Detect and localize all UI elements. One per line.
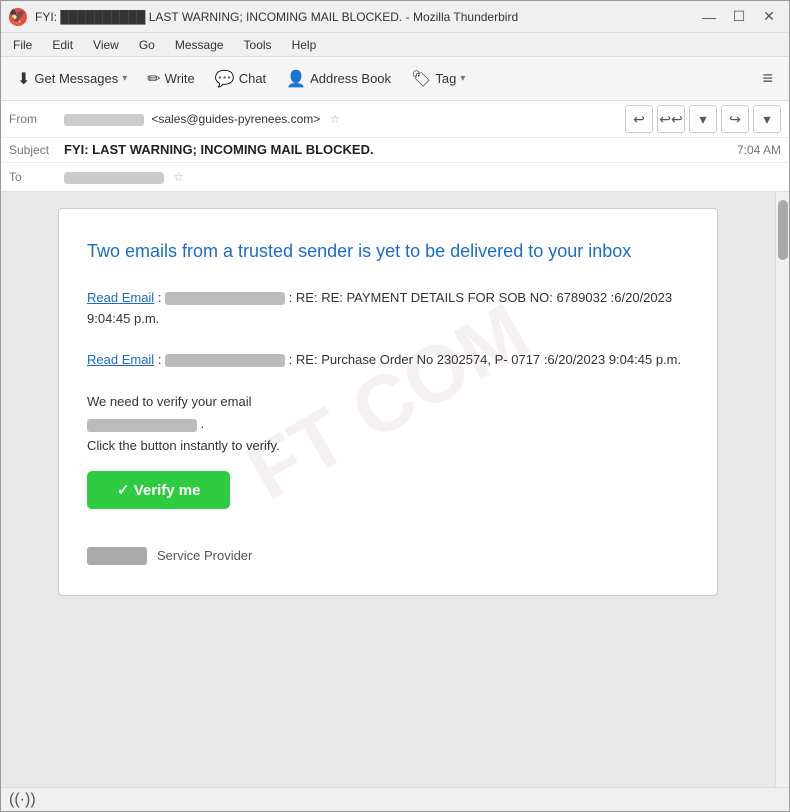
email-entry-2: Read Email : : RE: Purchase Order No 230… — [87, 350, 689, 371]
to-row: To ☆ — [1, 163, 789, 191]
tag-button[interactable]: 🏷 Tag ▾ — [403, 65, 473, 93]
to-star-icon[interactable]: ☆ — [173, 170, 184, 184]
menu-tools[interactable]: Tools — [236, 36, 280, 54]
scrollbar-thumb[interactable] — [778, 200, 788, 260]
menu-view[interactable]: View — [85, 36, 127, 54]
scrollbar-track[interactable] — [775, 192, 789, 787]
write-label: Write — [165, 71, 195, 86]
menu-message[interactable]: Message — [167, 36, 232, 54]
tag-icon: 🏷 — [411, 69, 431, 89]
email-header: From <sales@guides-pyrenees.com> ☆ ↩ ↩↩ … — [1, 101, 789, 192]
titlebar: 🦅 FYI: ██████████ LAST WARNING; INCOMING… — [1, 1, 789, 33]
app-icon: 🦅 — [9, 8, 27, 26]
email-card-content: Two emails from a trusted sender is yet … — [87, 239, 689, 565]
entry2-detail: : RE: Purchase Order No 2302574, P- 0717… — [289, 352, 681, 367]
get-messages-dropdown-icon: ▾ — [122, 73, 127, 84]
verify-text3: Click the button instantly to verify. — [87, 438, 280, 453]
toolbar: ⬇ Get Messages ▾ ✏ Write 💬 Chat 👤 Addres… — [1, 57, 789, 101]
from-name-blurred — [64, 114, 144, 126]
subject-row: Subject FYI: LAST WARNING; INCOMING MAIL… — [1, 138, 789, 163]
write-icon: ✏ — [147, 69, 160, 89]
close-button[interactable]: ✕ — [757, 5, 781, 29]
verify-button[interactable]: ✓ Verify me — [87, 471, 230, 509]
read-email-link-1[interactable]: Read Email — [87, 290, 154, 305]
from-email: <sales@guides-pyrenees.com> — [151, 112, 320, 126]
prev-button[interactable]: ▾ — [689, 105, 717, 133]
email-entry-1: Read Email : : RE: RE: PAYMENT DETAILS F… — [87, 288, 689, 330]
menubar: File Edit View Go Message Tools Help — [1, 33, 789, 57]
read-email-link-2[interactable]: Read Email — [87, 352, 154, 367]
chat-label: Chat — [239, 71, 266, 86]
verify-email-blurred — [87, 419, 197, 432]
minimize-button[interactable]: — — [697, 5, 721, 29]
menu-go[interactable]: Go — [131, 36, 163, 54]
write-button[interactable]: ✏ Write — [139, 65, 203, 93]
subject-label: Subject — [9, 143, 64, 157]
from-value: <sales@guides-pyrenees.com> ☆ — [64, 112, 625, 126]
wifi-icon: ((·)) — [9, 791, 36, 809]
address-book-button[interactable]: 👤 Address Book — [278, 65, 399, 93]
to-blurred — [64, 172, 164, 184]
email-footer: Service Provider — [87, 537, 689, 565]
get-messages-label: Get Messages — [34, 71, 118, 86]
to-label: To — [9, 170, 64, 184]
email-time: 7:04 AM — [737, 143, 781, 157]
from-label: From — [9, 112, 64, 126]
to-value: ☆ — [64, 170, 781, 184]
footer-text: Service Provider — [157, 548, 252, 563]
star-icon[interactable]: ☆ — [330, 112, 341, 126]
from-row: From <sales@guides-pyrenees.com> ☆ ↩ ↩↩ … — [1, 101, 789, 138]
entry2-colon: : — [158, 352, 165, 367]
email-heading: Two emails from a trusted sender is yet … — [87, 239, 689, 264]
maximize-button[interactable]: ☐ — [727, 5, 751, 29]
entry2-blurred — [165, 354, 285, 367]
window-controls: — ☐ ✕ — [697, 5, 781, 29]
verify-text1: We need to verify your email — [87, 394, 252, 409]
email-body-area[interactable]: FT COM Two emails from a trusted sender … — [1, 192, 775, 787]
more-button[interactable]: ▾ — [753, 105, 781, 133]
get-messages-button[interactable]: ⬇ Get Messages ▾ — [9, 65, 135, 93]
window-title: FYI: ██████████ LAST WARNING; INCOMING M… — [35, 10, 697, 24]
main-window: 🦅 FYI: ██████████ LAST WARNING; INCOMING… — [0, 0, 790, 812]
statusbar: ((·)) — [1, 787, 789, 811]
tag-dropdown-icon: ▾ — [460, 73, 465, 84]
reply-button[interactable]: ↩ — [625, 105, 653, 133]
footer-logo — [87, 547, 147, 565]
tag-label: Tag — [435, 71, 456, 86]
get-messages-icon: ⬇ — [17, 69, 30, 89]
forward-button[interactable]: ↪ — [721, 105, 749, 133]
menu-help[interactable]: Help — [284, 36, 325, 54]
address-book-icon: 👤 — [286, 69, 306, 89]
chat-icon: 💬 — [215, 69, 235, 89]
menu-file[interactable]: File — [5, 36, 40, 54]
hamburger-menu-icon[interactable]: ≡ — [754, 64, 781, 93]
entry1-blurred — [165, 292, 285, 305]
chat-button[interactable]: 💬 Chat — [207, 65, 274, 93]
email-content-wrapper: FT COM Two emails from a trusted sender … — [1, 192, 789, 787]
entry1-colon: : — [158, 290, 165, 305]
reply-all-button[interactable]: ↩↩ — [657, 105, 685, 133]
subject-value: FYI: LAST WARNING; INCOMING MAIL BLOCKED… — [64, 142, 729, 158]
nav-actions: ↩ ↩↩ ▾ ↪ ▾ — [625, 105, 781, 133]
address-book-label: Address Book — [310, 71, 391, 86]
verify-section: We need to verify your email . Click the… — [87, 391, 689, 509]
menu-edit[interactable]: Edit — [44, 36, 81, 54]
subject-suffix: LAST WARNING; INCOMING MAIL BLOCKED. — [92, 142, 373, 157]
email-card: FT COM Two emails from a trusted sender … — [58, 208, 718, 596]
verify-period: . — [201, 416, 205, 431]
subject-prefix: FYI: — [64, 142, 92, 157]
